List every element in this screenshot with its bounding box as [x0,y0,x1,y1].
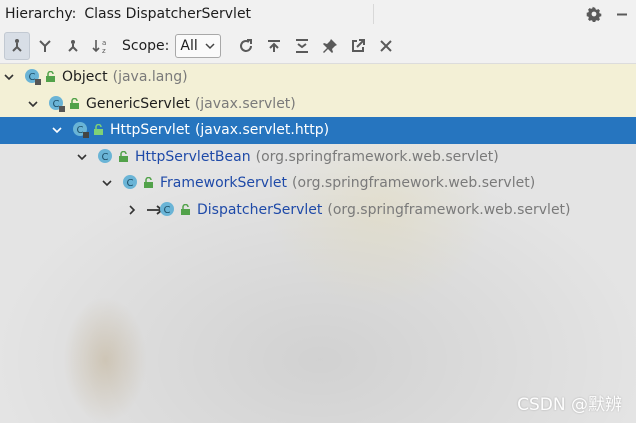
chevron-down-icon[interactable] [100,176,114,190]
abstract-class-icon: C [72,121,90,139]
subtypes-hierarchy-button[interactable] [4,31,30,60]
class-name: HttpServletBean [135,148,251,165]
svg-text:C: C [77,125,84,136]
hierarchy-tree: C Object (java.lang) C GenericServlet (j… [0,64,636,223]
supertypes-hierarchy-button[interactable] [32,32,58,60]
tree-row-object[interactable]: C Object (java.lang) [0,64,636,91]
pin-button[interactable] [317,32,343,60]
open-in-tab-button[interactable] [261,32,287,60]
public-lock-icon [118,150,129,163]
public-lock-icon [45,71,56,83]
title-bar: Hierarchy: Class DispatcherServlet [0,0,636,28]
tree-row-httpservlet[interactable]: C HttpServlet (javax.servlet.http) [0,117,636,144]
svg-text:C: C [29,72,36,83]
chevron-right-icon[interactable] [125,203,139,217]
tree-row-frameworkservlet[interactable]: C FrameworkServlet (org.springframework.… [0,170,636,197]
package-name: (org.springframework.web.servlet) [255,148,499,165]
package-name: (javax.servlet.http) [194,122,330,139]
title-actions [580,0,636,28]
supertypes-hierarchy-icon [39,39,51,52]
title-label: Hierarchy: [5,6,77,22]
scope-label: Scope: [122,37,170,54]
subtypes-hierarchy-icon [12,38,22,52]
public-lock-icon [143,177,154,189]
chevron-down-icon [205,42,215,49]
scope-value: All [180,37,198,54]
svg-text:C: C [127,178,134,189]
chevron-down-icon[interactable] [2,70,16,84]
watermark: CSDN @默辨 [517,395,622,415]
package-name: (javax.servlet) [194,95,296,112]
svg-text:a: a [102,39,106,47]
export-icon [351,38,365,52]
class-hierarchy-icon [68,39,78,52]
class-icon: C [24,68,42,86]
sort-alphabetically-button[interactable]: a z [88,32,114,60]
svg-text:C: C [102,152,109,163]
expand-all-button[interactable] [289,32,315,60]
abstract-class-icon: C [97,148,115,166]
public-lock-icon [69,97,80,110]
close-button[interactable] [373,32,399,60]
package-name: (java.lang) [112,69,188,86]
scope-dropdown[interactable]: All [175,33,221,58]
expand-all-icon [295,38,308,53]
hierarchy-toolbar: a z Scope: All [0,28,636,64]
minimize-icon[interactable] [608,0,636,28]
gear-icon[interactable] [580,0,608,28]
chevron-down-icon[interactable] [50,123,64,137]
tree-row-httpservletbean[interactable]: C HttpServletBean (org.springframework.w… [0,144,636,171]
class-name: FrameworkServlet [160,175,288,192]
refresh-icon [239,38,252,52]
tree-row-dispatcherservlet[interactable]: C DispatcherServlet (org.springframework… [0,197,636,224]
abstract-class-icon: C [48,95,66,113]
tree-row-genericservlet[interactable]: C GenericServlet (javax.servlet) [0,90,636,117]
title-divider [373,4,374,24]
class-hierarchy-button[interactable] [60,32,86,60]
class-name: Object [62,69,108,86]
svg-text:C: C [164,205,171,216]
pin-icon [322,38,337,53]
svg-text:C: C [53,99,60,110]
package-name: (org.springframework.web.servlet) [292,175,536,192]
package-name: (org.springframework.web.servlet) [327,201,571,218]
class-name: GenericServlet [86,95,190,112]
refresh-button[interactable] [233,32,259,60]
svg-text:z: z [102,47,106,54]
export-button[interactable] [345,32,371,60]
abstract-class-icon: C [122,174,140,192]
public-lock-icon [93,124,104,136]
class-name: HttpServlet [110,122,190,139]
class-icon: C [159,201,177,219]
open-in-tab-icon [267,39,280,52]
public-lock-icon [180,203,191,216]
title-value: Class DispatcherServlet [84,6,252,22]
close-icon [380,39,392,52]
sort-alphabetically-icon: a z [92,39,106,54]
chevron-down-icon[interactable] [75,150,89,164]
class-name: DispatcherServlet [197,201,323,218]
chevron-down-icon[interactable] [26,97,40,111]
